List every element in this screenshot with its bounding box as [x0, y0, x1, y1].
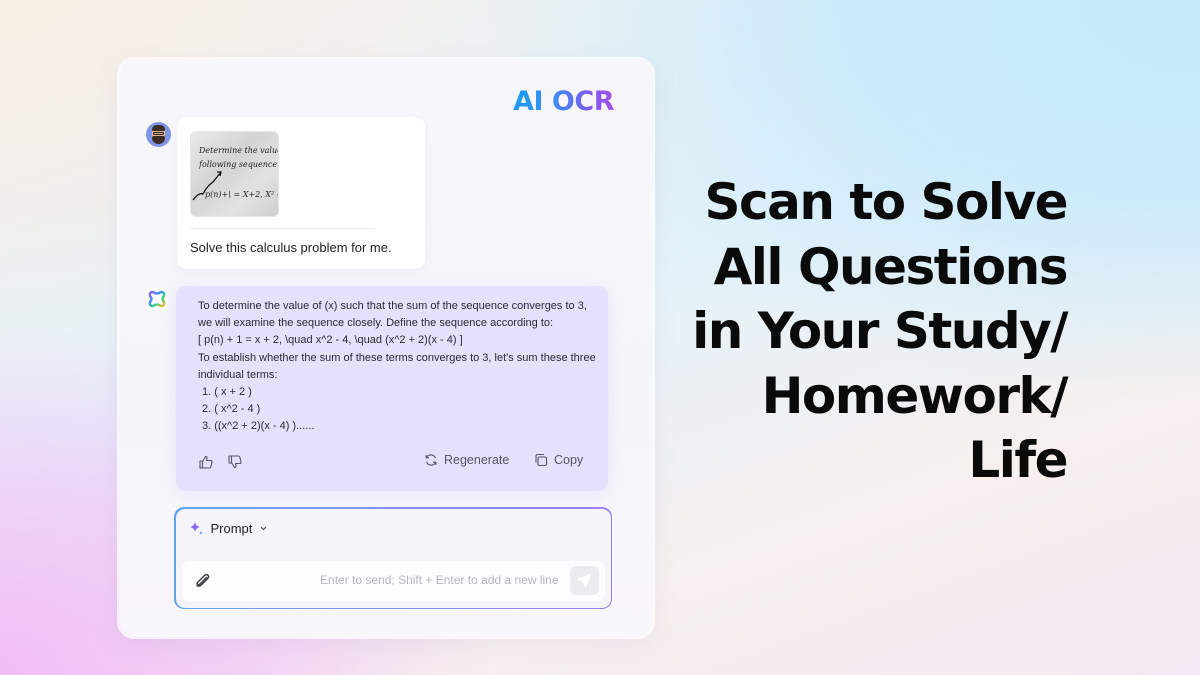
ai-list-item: 3. ((x^2 + 2)(x - 4) )...... — [202, 420, 315, 433]
ai-list-item: 2. ( x^2 - 4 ) — [202, 403, 261, 416]
headline-line: Life — [968, 431, 1068, 489]
ai-text-line: [ p(n) + 1 = x + 2, \quad x^2 - 4, \quad… — [198, 334, 463, 347]
regenerate-label: Regenerate — [444, 453, 510, 467]
copy-button[interactable]: Copy — [534, 453, 583, 467]
paperclip-icon[interactable] — [194, 572, 212, 590]
prompt-selector[interactable]: Prompt — [189, 521, 269, 536]
prompt-label: Prompt — [210, 520, 253, 536]
thumbs-up-icon[interactable] — [198, 454, 214, 470]
thumbs-down-icon[interactable] — [227, 454, 243, 470]
ai-logo-icon — [148, 290, 166, 308]
send-icon — [577, 573, 591, 587]
chat-window: AI OCR Determine the value of following … — [120, 60, 652, 636]
chevron-down-icon — [261, 526, 267, 530]
ai-text-line: To establish whether the sum of these te… — [198, 351, 596, 364]
user-message-text: Solve this calculus problem for me. — [190, 240, 392, 255]
headline-line: Scan to Solve — [704, 173, 1068, 231]
uploaded-image-thumbnail[interactable]: Determine the value of following sequenc… — [190, 131, 279, 217]
headline-line: Homework/ — [761, 366, 1069, 425]
user-message: Determine the value of following sequenc… — [177, 117, 425, 269]
regenerate-button[interactable]: Regenerate — [424, 453, 509, 467]
arrow-scribble-icon — [192, 171, 222, 201]
ai-list-item: 1. ( x + 2 ) — [202, 386, 252, 399]
copy-icon — [535, 453, 548, 467]
user-avatar — [146, 122, 171, 147]
input-placeholder: Enter to send; Shift + Enter to add a ne… — [320, 572, 559, 587]
headline: Scan to Solve All Questions in Your Stud… — [692, 170, 1069, 493]
divider — [190, 228, 375, 229]
message-input[interactable]: Enter to send; Shift + Enter to add a ne… — [181, 560, 605, 601]
headline-line: All Questions — [713, 237, 1069, 296]
copy-label: Copy — [554, 453, 584, 467]
ai-text-line: To determine the value of (x) such that … — [198, 300, 587, 312]
ai-message-text: To determine the value of (x) such that … — [198, 298, 596, 436]
ai-text-line: individual terms: — [198, 368, 278, 381]
message-actions: Regenerate Copy — [198, 453, 588, 473]
app-logo: AI OCR — [513, 86, 614, 117]
refresh-icon — [425, 454, 437, 466]
headline-line: in Your Study/ — [692, 302, 1068, 360]
ai-text-line: we will examine the sequence closely. De… — [198, 317, 554, 330]
sparkle-icon — [189, 521, 203, 535]
ai-message: To determine the value of (x) such that … — [176, 286, 608, 491]
send-button[interactable] — [569, 565, 599, 595]
ai-avatar — [146, 288, 168, 310]
chat-input-box: Prompt Enter to send; Shift + Enter to a… — [174, 507, 612, 609]
